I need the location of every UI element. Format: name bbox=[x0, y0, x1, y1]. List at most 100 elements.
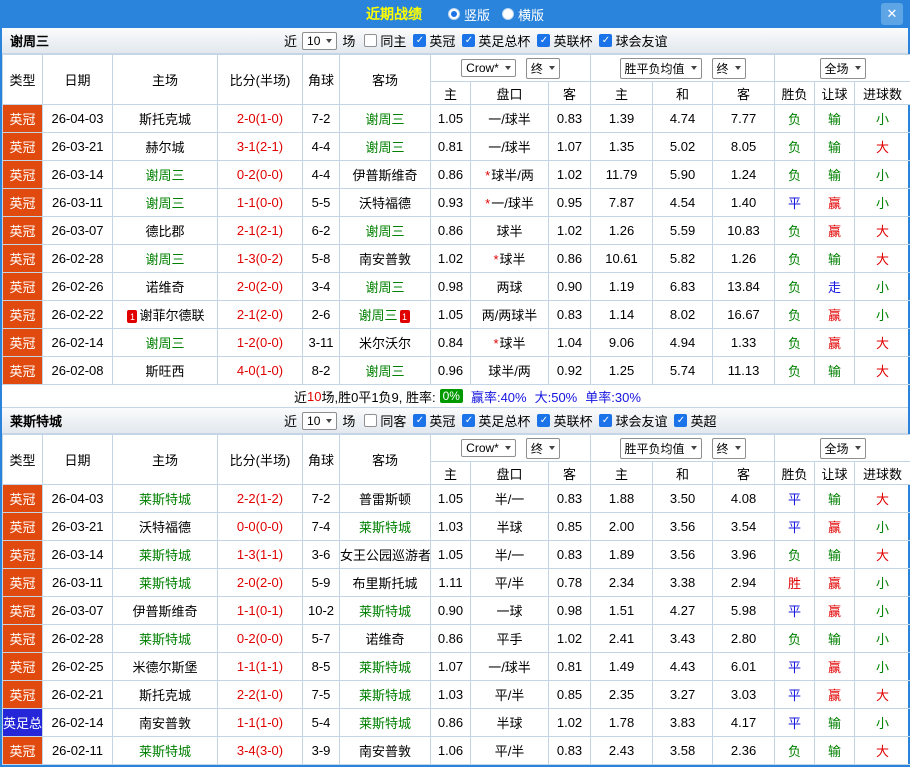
corner-cell: 8-2 bbox=[303, 357, 340, 385]
goals-cell: 大 bbox=[855, 329, 910, 357]
filter-checkbox[interactable]: 英联杯 bbox=[537, 31, 592, 50]
checkbox-checked-icon[interactable] bbox=[537, 414, 550, 427]
handicap-star-icon: * bbox=[493, 252, 498, 267]
checkbox-checked-icon[interactable] bbox=[599, 34, 612, 47]
away-team-cell: 米尔沃尔 bbox=[340, 329, 431, 357]
avg-odds-select[interactable]: 胜平负均值 bbox=[620, 438, 702, 459]
corner-cell: 7-4 bbox=[303, 513, 340, 541]
final-odds-select-value: 终 bbox=[531, 440, 543, 457]
away-team-cell: 布里斯托城 bbox=[340, 569, 431, 597]
final-odds-select[interactable]: 终 bbox=[526, 58, 560, 79]
recent-count-select[interactable]: 10 bbox=[302, 32, 337, 50]
filter-checkbox-label: 球会友谊 bbox=[615, 31, 667, 50]
match-row: 英冠26-03-11莱斯特城2-0(2-0)5-9布里斯托城1.11平/半0.7… bbox=[3, 569, 910, 597]
score-cell: 0-2(0-0) bbox=[218, 625, 303, 653]
checkbox-checked-icon[interactable] bbox=[413, 414, 426, 427]
layout-radio-vertical[interactable]: 竖版 bbox=[448, 5, 490, 24]
team-name: 赫尔城 bbox=[145, 140, 184, 155]
avg-away-cell: 4.17 bbox=[713, 709, 775, 737]
checkbox-checked-icon[interactable] bbox=[413, 34, 426, 47]
filter-checkbox[interactable]: 英冠 bbox=[413, 411, 455, 430]
filter-checkbox[interactable]: 英足总杯 bbox=[462, 411, 530, 430]
date-cell: 26-03-21 bbox=[43, 513, 113, 541]
result-cell: 负 bbox=[775, 105, 815, 133]
avg-away-cell: 3.54 bbox=[713, 513, 775, 541]
handicap-cell: 半球 bbox=[471, 709, 549, 737]
scope-select[interactable]: 全场 bbox=[820, 438, 866, 459]
away-odds-cell: 1.02 bbox=[549, 625, 591, 653]
checkbox-checked-icon[interactable] bbox=[674, 414, 687, 427]
handicap-result-cell: 输 bbox=[815, 133, 855, 161]
filter-checkbox[interactable]: 英超 bbox=[674, 411, 716, 430]
avg-odds-select[interactable]: 胜平负均值 bbox=[620, 58, 702, 79]
competition-cell: 英冠 bbox=[3, 541, 43, 569]
filter-checkbox-label: 英足总杯 bbox=[478, 31, 530, 50]
home-odds-cell: 0.90 bbox=[431, 597, 471, 625]
filter-checkbox[interactable]: 球会友谊 bbox=[599, 411, 667, 430]
checkbox-checked-icon[interactable] bbox=[462, 414, 475, 427]
filter-checkbox-label: 英冠 bbox=[429, 31, 455, 50]
team-name: 布里斯托城 bbox=[352, 576, 417, 591]
checkbox-unchecked-icon[interactable] bbox=[364, 414, 377, 427]
home-team-cell: 南安普敦 bbox=[113, 709, 218, 737]
competition-cell: 英冠 bbox=[3, 273, 43, 301]
checkbox-checked-icon[interactable] bbox=[462, 34, 475, 47]
col-handicap-result: 让球 bbox=[815, 462, 855, 485]
score-cell: 2-0(1-0) bbox=[218, 105, 303, 133]
avg-draw-cell: 3.83 bbox=[653, 709, 713, 737]
handicap-text: 两球 bbox=[496, 280, 522, 295]
radio-unselected-icon[interactable] bbox=[502, 8, 514, 20]
match-row: 英冠26-02-25米德尔斯堡1-1(1-1)8-5莱斯特城1.07一/球半0.… bbox=[3, 653, 910, 681]
col-avg-draw: 和 bbox=[653, 462, 713, 485]
avg-away-cell: 13.84 bbox=[713, 273, 775, 301]
col-date: 日期 bbox=[43, 55, 113, 105]
corner-cell: 5-9 bbox=[303, 569, 340, 597]
avg-home-cell: 9.06 bbox=[591, 329, 653, 357]
filter-checkbox[interactable]: 同主 bbox=[364, 31, 406, 50]
home-team-cell: 莱斯特城 bbox=[113, 625, 218, 653]
away-odds-cell: 0.83 bbox=[549, 485, 591, 513]
final-odds-select-2[interactable]: 终 bbox=[712, 438, 746, 459]
home-odds-cell: 1.05 bbox=[431, 485, 471, 513]
checkbox-checked-icon[interactable] bbox=[599, 414, 612, 427]
match-row: 英冠26-03-14莱斯特城1-3(1-1)3-6女王公园巡游者1.05半/一0… bbox=[3, 541, 910, 569]
team-name: 斯托克城 bbox=[139, 688, 191, 703]
col-result: 胜负 bbox=[775, 462, 815, 485]
filter-checkbox[interactable]: 英足总杯 bbox=[462, 31, 530, 50]
handicap-result-cell: 输 bbox=[815, 737, 855, 765]
date-cell: 26-02-08 bbox=[43, 357, 113, 385]
corner-cell: 4-4 bbox=[303, 133, 340, 161]
final-odds-select-2[interactable]: 终 bbox=[712, 58, 746, 79]
checkbox-checked-icon[interactable] bbox=[537, 34, 550, 47]
col-away: 客场 bbox=[340, 55, 431, 105]
layout-radio-horizontal[interactable]: 横版 bbox=[502, 5, 544, 24]
date-cell: 26-02-21 bbox=[43, 681, 113, 709]
radio-selected-icon[interactable] bbox=[448, 8, 460, 20]
filter-checkbox[interactable]: 英冠 bbox=[413, 31, 455, 50]
handicap-cell: *球半 bbox=[471, 329, 549, 357]
checkbox-unchecked-icon[interactable] bbox=[364, 34, 377, 47]
bookmaker-select[interactable]: Crow* bbox=[461, 59, 516, 77]
goals-cell: 小 bbox=[855, 597, 910, 625]
filter-checkbox[interactable]: 英联杯 bbox=[537, 411, 592, 430]
away-odds-cell: 0.92 bbox=[549, 357, 591, 385]
avg-away-cell: 10.83 bbox=[713, 217, 775, 245]
match-row: 英冠26-03-07德比郡2-1(2-1)6-2谢周三0.86球半1.021.2… bbox=[3, 217, 910, 245]
filter-checkbox[interactable]: 同客 bbox=[364, 411, 406, 430]
avg-draw-cell: 3.50 bbox=[653, 485, 713, 513]
goals-cell: 小 bbox=[855, 105, 910, 133]
away-team-cell: 女王公园巡游者 bbox=[340, 541, 431, 569]
recent-count-select[interactable]: 10 bbox=[302, 412, 337, 430]
final-odds-select[interactable]: 终 bbox=[526, 438, 560, 459]
goals-cell: 小 bbox=[855, 513, 910, 541]
home-odds-cell: 0.86 bbox=[431, 161, 471, 189]
team-name: 谢周三 bbox=[145, 196, 184, 211]
close-button[interactable]: ✕ bbox=[881, 3, 903, 25]
recent-count-value: 10 bbox=[307, 34, 320, 48]
scope-select[interactable]: 全场 bbox=[820, 58, 866, 79]
bookmaker-select[interactable]: Crow* bbox=[461, 439, 516, 457]
home-team-cell: 赫尔城 bbox=[113, 133, 218, 161]
team-name: 谢菲尔德联 bbox=[139, 308, 204, 323]
filter-checkbox[interactable]: 球会友谊 bbox=[599, 31, 667, 50]
col-home: 主场 bbox=[113, 55, 218, 105]
